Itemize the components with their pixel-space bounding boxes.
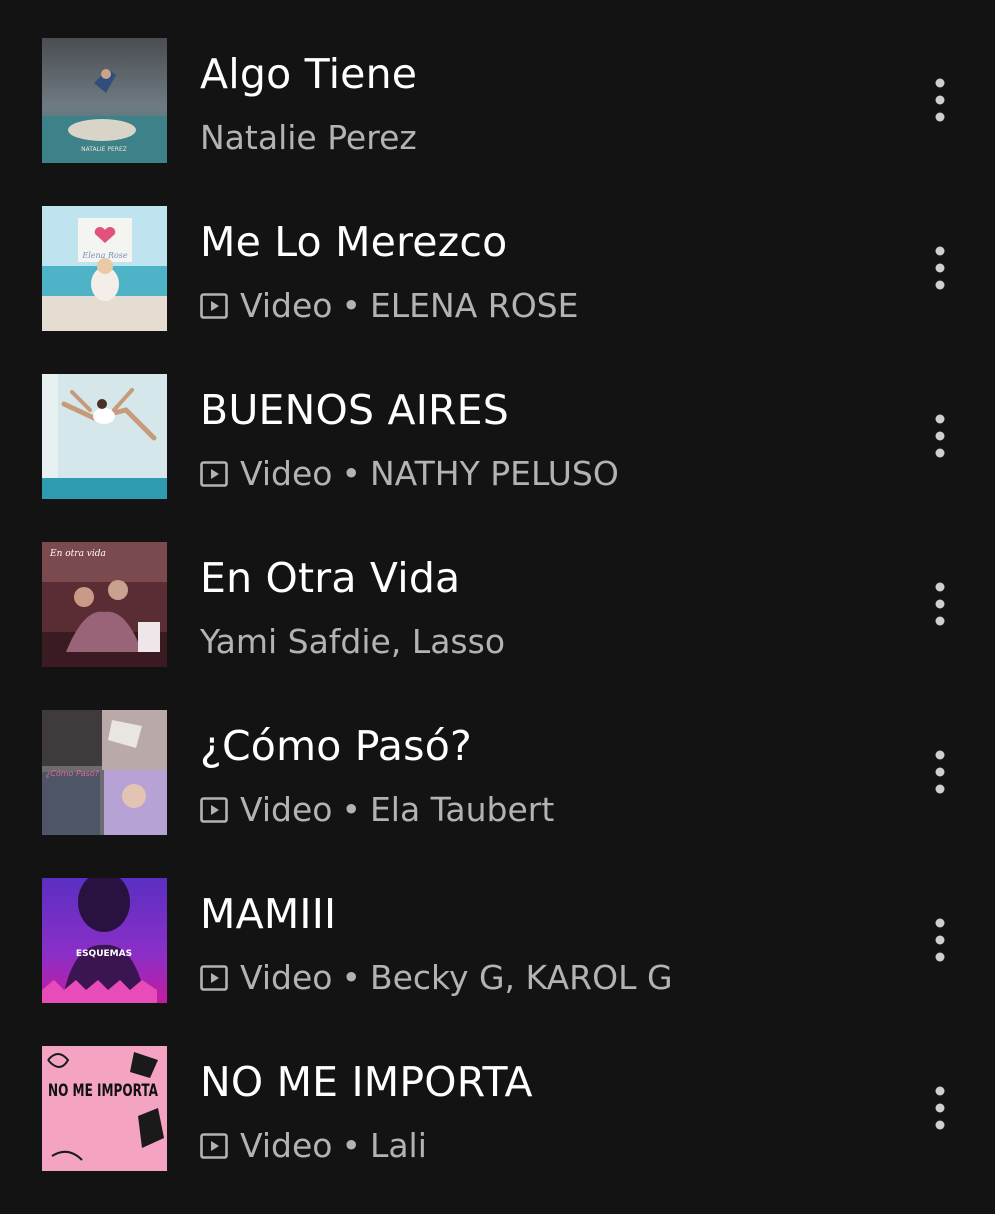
more-options-button[interactable] xyxy=(915,68,965,132)
cover-text: ESQUEMAS xyxy=(76,949,132,959)
track-title: MAMIII xyxy=(200,890,337,938)
track-title: ¿Cómo Pasó? xyxy=(200,722,472,770)
separator: • xyxy=(341,1126,361,1165)
artist-name: Lali xyxy=(369,1126,427,1165)
track-row[interactable]: BUENOS AIRES Video • NATHY PELUSO xyxy=(0,374,995,542)
album-art-como-paso[interactable]: ¿Cómo Pasó? xyxy=(42,710,167,835)
more-vertical-icon xyxy=(934,582,946,626)
more-vertical-icon xyxy=(934,918,946,962)
album-art-buenos-aires[interactable] xyxy=(42,374,167,499)
more-vertical-icon xyxy=(934,414,946,458)
separator: • xyxy=(341,958,361,997)
track-row[interactable]: En otra vida En Otra Vida Yami Safdie, L… xyxy=(0,542,995,710)
track-subtitle: Natalie Perez xyxy=(200,118,417,157)
type-label: Video xyxy=(240,1126,333,1165)
cover-text: En otra vida xyxy=(49,549,106,559)
track-title: En Otra Vida xyxy=(200,554,461,602)
cover-text: NO ME IMPORTA xyxy=(48,1081,159,1101)
more-options-button[interactable] xyxy=(915,1076,965,1140)
album-art-en-otra-vida[interactable]: En otra vida xyxy=(42,542,167,667)
track-title: Algo Tiene xyxy=(200,50,418,98)
track-title: NO ME IMPORTA xyxy=(200,1058,533,1106)
album-art-me-lo-merezco[interactable]: Elena Rose xyxy=(42,206,167,331)
track-title: BUENOS AIRES xyxy=(200,386,509,434)
video-play-icon xyxy=(200,796,228,823)
video-play-icon xyxy=(200,460,228,487)
artist-name: Becky G, KAROL G xyxy=(369,958,673,997)
album-art-algo-tiene[interactable]: NATALIE PEREZ xyxy=(42,38,167,163)
video-play-icon xyxy=(200,964,228,991)
more-options-button[interactable] xyxy=(915,908,965,972)
track-row[interactable]: ESQUEMAS MAMIII Video • Becky G, KAROL G xyxy=(0,878,995,1046)
separator: • xyxy=(341,286,361,325)
type-label: Video xyxy=(240,454,333,493)
artist-name: Yami Safdie, Lasso xyxy=(200,622,506,661)
track-title: Me Lo Merezco xyxy=(200,218,508,266)
more-options-button[interactable] xyxy=(915,572,965,636)
cover-text: NATALIE PEREZ xyxy=(81,146,127,153)
track-subtitle: Video • Lali xyxy=(200,1126,427,1165)
album-art-mamiii[interactable]: ESQUEMAS xyxy=(42,878,167,1003)
artist-name: ELENA ROSE xyxy=(369,286,579,325)
track-row[interactable]: NO ME IMPORTA NO ME IMPORTA Video • Lali xyxy=(0,1046,995,1214)
track-subtitle: Video • ELENA ROSE xyxy=(200,286,578,325)
cover-text: Elena Rose xyxy=(81,251,128,260)
artist-name: Natalie Perez xyxy=(200,118,417,157)
type-label: Video xyxy=(240,790,333,829)
cover-text: ¿Cómo Pasó? xyxy=(46,768,100,778)
track-subtitle: Yami Safdie, Lasso xyxy=(200,622,505,661)
track-row[interactable]: ¿Cómo Pasó? ¿Cómo Pasó? Video • Ela Taub… xyxy=(0,710,995,878)
more-options-button[interactable] xyxy=(915,740,965,804)
artist-name: NATHY PELUSO xyxy=(369,454,619,493)
more-options-button[interactable] xyxy=(915,404,965,468)
track-row[interactable]: Elena Rose Me Lo Merezco Video • ELENA R… xyxy=(0,206,995,374)
track-subtitle: Video • NATHY PELUSO xyxy=(200,454,619,493)
track-subtitle: Video • Becky G, KAROL G xyxy=(200,958,673,997)
more-options-button[interactable] xyxy=(915,236,965,300)
separator: • xyxy=(341,454,361,493)
type-label: Video xyxy=(240,958,333,997)
video-play-icon xyxy=(200,1132,228,1159)
separator: • xyxy=(341,790,361,829)
track-subtitle: Video • Ela Taubert xyxy=(200,790,554,829)
more-vertical-icon xyxy=(934,246,946,290)
track-list: NATALIE PEREZ Algo Tiene Natalie Perez E… xyxy=(0,38,995,1214)
more-vertical-icon xyxy=(934,750,946,794)
type-label: Video xyxy=(240,286,333,325)
video-play-icon xyxy=(200,292,228,319)
album-art-no-me-importa[interactable]: NO ME IMPORTA xyxy=(42,1046,167,1171)
track-row[interactable]: NATALIE PEREZ Algo Tiene Natalie Perez xyxy=(0,38,995,206)
more-vertical-icon xyxy=(934,78,946,122)
artist-name: Ela Taubert xyxy=(369,790,555,829)
more-vertical-icon xyxy=(934,1086,946,1130)
